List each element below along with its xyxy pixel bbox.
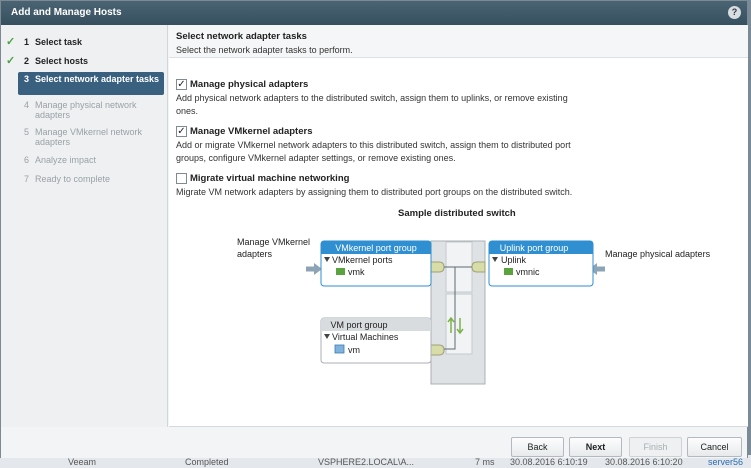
help-icon[interactable]: ? [728, 6, 741, 19]
step-4-label: Manage physical network adapters [35, 100, 137, 120]
step-6: 6 Analyze impact [24, 155, 97, 165]
step-1-label: Select task [35, 37, 83, 47]
vmk-adapter-icon [336, 268, 345, 275]
bg-col-3: VSPHERE2.LOCAL\A... [318, 457, 415, 467]
uplink-folder-label: Uplink [501, 255, 527, 265]
step-2[interactable]: 2 Select hosts [18, 54, 164, 68]
step-3-label: Select network adapter tasks [35, 74, 160, 84]
vm-icon [334, 344, 345, 354]
manage-physical-adapters-description: Add physical network adapters to the dis… [176, 93, 568, 116]
page-title: Select network adapter tasks [176, 31, 307, 42]
step-7-label: Ready to complete [35, 174, 111, 184]
bg-col-6: 30.08.2016 6:10:20 [605, 457, 683, 467]
bg-col-2: Completed [185, 457, 229, 467]
switch-inner-bottom [445, 293, 473, 355]
migrate-vm-networking-checkbox[interactable] [176, 173, 187, 184]
manage-vmkernel-adapters-checkbox[interactable]: ✓ [176, 126, 187, 137]
manage-vmkernel-adapters-description: Add or migrate VMkernel network adapters… [176, 140, 571, 163]
uplink-port-connector [471, 261, 486, 273]
step-5: 5 Manage VMkernel network adapters [24, 127, 143, 147]
step-2-check-icon: ✓ [6, 55, 16, 67]
manage-vmkernel-adapters-label[interactable]: Manage VMkernel adapters [190, 126, 313, 137]
migrate-vm-networking-description: Migrate VM network adapters by assigning… [176, 187, 573, 197]
vm-item-label: vm [348, 345, 360, 355]
manage-physical-adapters-label[interactable]: Manage physical adapters [190, 79, 308, 90]
wizard-content: Select network adapter tasks Select the … [169, 25, 748, 427]
uplink-port-group-title: Uplink port group [500, 243, 569, 253]
step-4: 4 Manage physical network adapters [24, 100, 137, 120]
next-button[interactable]: Next [569, 437, 622, 457]
vm-port-group-title: VM port group [330, 320, 387, 330]
bg-col-7: server56 [708, 457, 744, 467]
uplink-item-label: vmnic [516, 267, 540, 277]
back-button[interactable]: Back [511, 437, 564, 457]
step-7: 7 Ready to complete [24, 174, 111, 184]
dialog-titlebar: Add and Manage Hosts ? [1, 1, 747, 25]
vm-folder-label: Virtual Machines [332, 332, 399, 342]
migrate-vm-networking-label[interactable]: Migrate virtual machine networking [190, 173, 349, 184]
finish-button[interactable]: Finish [629, 437, 682, 457]
vmk-port-connector [430, 261, 445, 273]
bg-col-1: Veeam [68, 457, 97, 467]
vmk-port-group-title: VMkernel port group [335, 243, 417, 253]
bg-col-5: 30.08.2016 6:10:19 [510, 457, 588, 467]
wizard-footer: Back Next Finish Cancel [1, 428, 747, 458]
left-label-line-1: Manage VMkernel [237, 237, 310, 247]
dialog-title: Add and Manage Hosts [11, 7, 122, 18]
bg-col-4: 7 ms [475, 457, 495, 467]
vmnic-icon [504, 268, 513, 275]
left-label-line-2: adapters [237, 249, 273, 259]
page-subtitle: Select the network adapter tasks to perf… [176, 45, 353, 55]
step-6-label: Analyze impact [35, 155, 97, 165]
vmk-folder-label: VMkernel ports [332, 255, 393, 265]
step-1-check-icon: ✓ [6, 36, 16, 48]
sample-switch-diagram: Manage VMkernel adapters Manage physical… [237, 237, 711, 385]
step-3[interactable]: 3 Select network adapter tasks [18, 72, 164, 95]
vmk-item-label: vmk [348, 267, 365, 277]
step-1[interactable]: 1 Select task [18, 35, 164, 49]
vm-port-connector [430, 344, 445, 356]
step-2-label: Select hosts [35, 56, 89, 66]
content-header: Select network adapter tasks Select the … [169, 25, 748, 58]
manage-physical-adapters-checkbox[interactable]: ✓ [176, 79, 187, 90]
right-label: Manage physical adapters [605, 249, 711, 259]
diagram-title: Sample distributed switch [398, 208, 516, 219]
cancel-button[interactable]: Cancel [687, 437, 742, 457]
step-5-label: Manage VMkernel network adapters [35, 127, 143, 147]
add-manage-hosts-dialog: Add and Manage Hosts ? ✓ 1 Select task ✓… [0, 0, 748, 458]
wizard-steps: ✓ 1 Select task ✓ 2 Select hosts 3 Selec… [1, 25, 168, 427]
